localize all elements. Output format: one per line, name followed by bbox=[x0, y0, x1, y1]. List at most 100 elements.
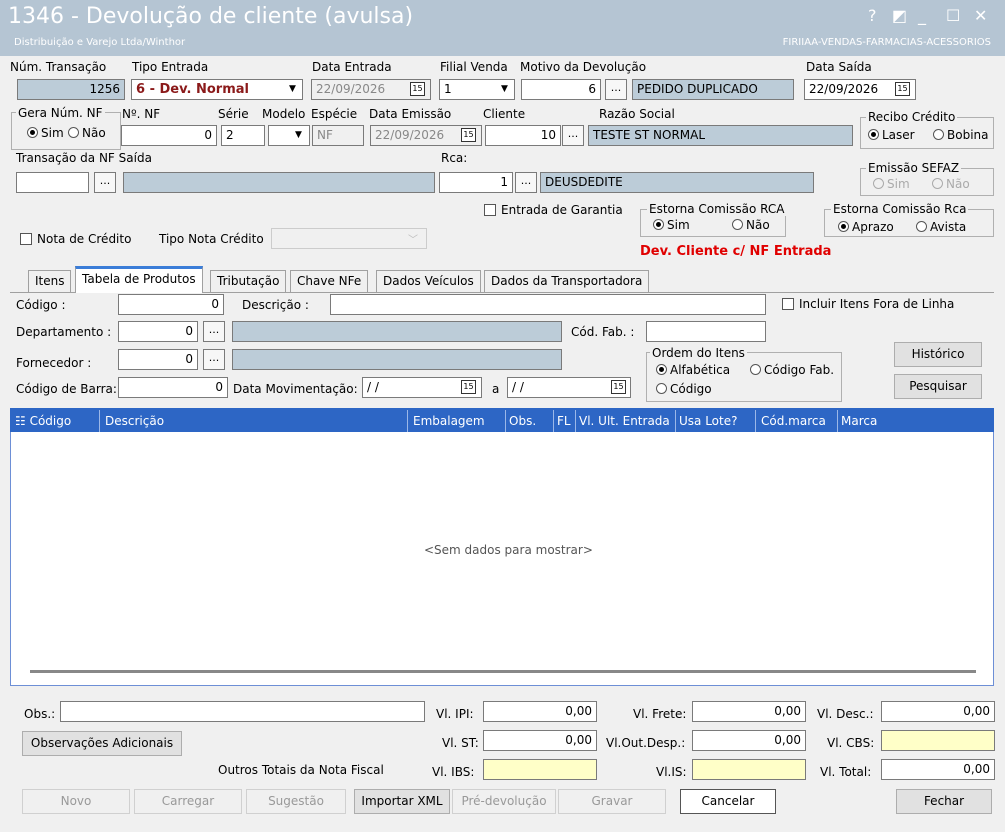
vl-desc-field: 0,00 bbox=[881, 701, 995, 722]
cod-fab-field[interactable] bbox=[646, 321, 766, 342]
fornecedor-desc-field bbox=[232, 349, 562, 370]
nota-credito-checkbox[interactable]: Nota de Crédito bbox=[20, 232, 131, 246]
incluir-fora-linha-checkbox[interactable]: Incluir Itens Fora de Linha bbox=[782, 297, 954, 311]
chevron-down-icon[interactable]: ▼ bbox=[496, 80, 513, 99]
fechar-button[interactable]: Fechar bbox=[896, 789, 992, 814]
codigo-radio[interactable]: Código bbox=[656, 382, 712, 396]
chevron-down-icon[interactable]: ▼ bbox=[290, 126, 307, 145]
calendar-icon[interactable]: 15 bbox=[461, 128, 476, 142]
close-icon[interactable]: ✕ bbox=[974, 6, 987, 25]
vl-ibs-label: Vl. IBS: bbox=[432, 765, 475, 779]
calendar-icon[interactable]: 15 bbox=[895, 82, 910, 96]
aprazo-radio[interactable]: Aprazo bbox=[838, 220, 894, 234]
pre-devolucao-button[interactable]: Pré-devolução bbox=[452, 789, 556, 814]
chevron-down-icon[interactable]: ﹀ bbox=[408, 231, 418, 246]
calendar-icon[interactable]: 15 bbox=[410, 82, 425, 96]
observacoes-adicionais-button[interactable]: Observações Adicionais bbox=[22, 731, 182, 756]
tab-dados-veiculos[interactable]: Dados Veículos bbox=[376, 270, 481, 292]
vl-st-label: Vl. ST: bbox=[442, 736, 479, 750]
vl-ipi-label: Vl. IPI: bbox=[436, 707, 474, 721]
historico-button[interactable]: Histórico bbox=[894, 342, 982, 367]
grid-header-vl-ult-entrada[interactable]: Vl. Ult. Entrada bbox=[576, 410, 676, 432]
num-nf-field[interactable]: 0 bbox=[121, 125, 217, 146]
horizontal-scrollbar[interactable] bbox=[30, 670, 976, 673]
novo-button[interactable]: Novo bbox=[22, 789, 130, 814]
razao-social-field: TESTE ST NORMAL bbox=[588, 125, 853, 146]
tab-transportadora[interactable]: Dados da Transportadora bbox=[484, 270, 650, 292]
rca-field[interactable]: 1 bbox=[439, 172, 513, 193]
vl-st-field: 0,00 bbox=[483, 730, 597, 751]
grid-header-usa-lote[interactable]: Usa Lote? bbox=[676, 410, 756, 432]
rca-lookup-button[interactable]: ... bbox=[515, 172, 537, 193]
num-transacao-field[interactable]: 1256 bbox=[17, 79, 125, 100]
minimize-icon[interactable]: _ bbox=[918, 6, 926, 25]
departamento-lookup-button[interactable]: ... bbox=[203, 321, 225, 342]
obs-field[interactable] bbox=[60, 701, 425, 722]
transacao-desc-field bbox=[123, 172, 435, 193]
chevron-down-icon[interactable]: ▼ bbox=[284, 80, 301, 99]
grid-header-codigo[interactable]: ☷ Código bbox=[12, 410, 100, 432]
maximize-icon[interactable]: ☐ bbox=[946, 6, 960, 25]
pesquisar-button[interactable]: Pesquisar bbox=[894, 374, 982, 399]
sefaz-sim-radio[interactable]: Sim bbox=[873, 177, 910, 191]
tab-tributacao[interactable]: Tributação bbox=[210, 270, 287, 292]
departamento-field[interactable]: 0 bbox=[118, 321, 198, 342]
cliente-lookup-button[interactable]: ... bbox=[562, 125, 584, 146]
serie-field[interactable]: 2 bbox=[221, 125, 265, 146]
cliente-field[interactable]: 10 bbox=[485, 125, 561, 146]
grid-header-embalagem[interactable]: Embalagem bbox=[410, 410, 506, 432]
gera-sim-radio[interactable]: Sim bbox=[27, 126, 64, 140]
grid-header-fl[interactable]: FL bbox=[554, 410, 576, 432]
entrada-garantia-checkbox[interactable]: Entrada de Garantia bbox=[484, 203, 623, 217]
especie-label: Espécie bbox=[311, 107, 358, 121]
sefaz-nao-radio[interactable]: Não bbox=[932, 177, 970, 191]
estorna-sim-radio[interactable]: Sim bbox=[653, 218, 690, 232]
grid-header-cod-marca[interactable]: Cód.marca bbox=[758, 410, 838, 432]
calendar-icon[interactable]: 15 bbox=[611, 380, 626, 394]
descricao-field[interactable] bbox=[330, 294, 766, 315]
codigo-field[interactable]: 0 bbox=[118, 294, 224, 315]
grid-header-obs[interactable]: Obs. bbox=[506, 410, 554, 432]
status-message: Dev. Cliente c/ NF Entrada bbox=[640, 244, 832, 259]
vl-outdesp-label: Vl.Out.Desp.: bbox=[606, 736, 686, 750]
fornecedor-lookup-button[interactable]: ... bbox=[203, 349, 225, 370]
nota-credito-label: Nota de Crédito bbox=[37, 232, 132, 246]
tipo-entrada-select[interactable]: 6 - Dev. Normal bbox=[131, 79, 303, 100]
grid-header-descricao[interactable]: Descrição bbox=[102, 410, 408, 432]
data-entrada-label: Data Entrada bbox=[312, 60, 392, 74]
avista-radio[interactable]: Avista bbox=[916, 220, 966, 234]
fornecedor-field[interactable]: 0 bbox=[118, 349, 198, 370]
transacao-nf-saida-field[interactable] bbox=[16, 172, 89, 193]
importar-xml-button[interactable]: Importar XML bbox=[354, 789, 450, 814]
calendar-icon[interactable]: 15 bbox=[461, 380, 476, 394]
cod-fab-label: Cód. Fab. : bbox=[571, 325, 635, 339]
grid-header-marca[interactable]: Marca bbox=[838, 410, 988, 432]
bobina-radio[interactable]: Bobina bbox=[933, 128, 988, 142]
restore-icon[interactable]: ◩ bbox=[892, 6, 907, 25]
vl-total-label: Vl. Total: bbox=[820, 765, 872, 779]
carregar-button[interactable]: Carregar bbox=[134, 789, 242, 814]
codigo-barra-field[interactable]: 0 bbox=[118, 377, 228, 398]
motivo-code-field[interactable]: 6 bbox=[521, 79, 601, 100]
help-icon[interactable]: ? bbox=[868, 6, 877, 25]
avista-label: Avista bbox=[930, 220, 967, 234]
gera-nao-radio[interactable]: Não bbox=[68, 126, 106, 140]
transacao-lookup-button[interactable]: ... bbox=[94, 172, 116, 193]
tipo-nota-credito-select[interactable] bbox=[271, 228, 427, 249]
motivo-lookup-button[interactable]: ... bbox=[605, 79, 627, 100]
sefaz-sim-label: Sim bbox=[887, 177, 910, 191]
vl-frete-field: 0,00 bbox=[692, 701, 806, 722]
gravar-button[interactable]: Gravar bbox=[558, 789, 666, 814]
sugestao-button[interactable]: Sugestão bbox=[246, 789, 346, 814]
tab-itens[interactable]: Itens bbox=[28, 270, 72, 292]
laser-radio[interactable]: Laser bbox=[868, 128, 915, 142]
alfabetica-radio[interactable]: Alfabética bbox=[656, 363, 730, 377]
cancelar-button[interactable]: Cancelar bbox=[680, 789, 776, 814]
tab-chave-nfe[interactable]: Chave NFe bbox=[290, 270, 369, 292]
tab-tabela-produtos[interactable]: Tabela de Produtos bbox=[75, 266, 203, 293]
estorna-nao-radio[interactable]: Não bbox=[732, 218, 770, 232]
codigo-radio-label: Código bbox=[670, 382, 712, 396]
data-saida-label: Data Saída bbox=[806, 60, 872, 74]
codigo-fab-radio[interactable]: Código Fab. bbox=[750, 363, 834, 377]
vl-frete-label: Vl. Frete: bbox=[633, 707, 687, 721]
